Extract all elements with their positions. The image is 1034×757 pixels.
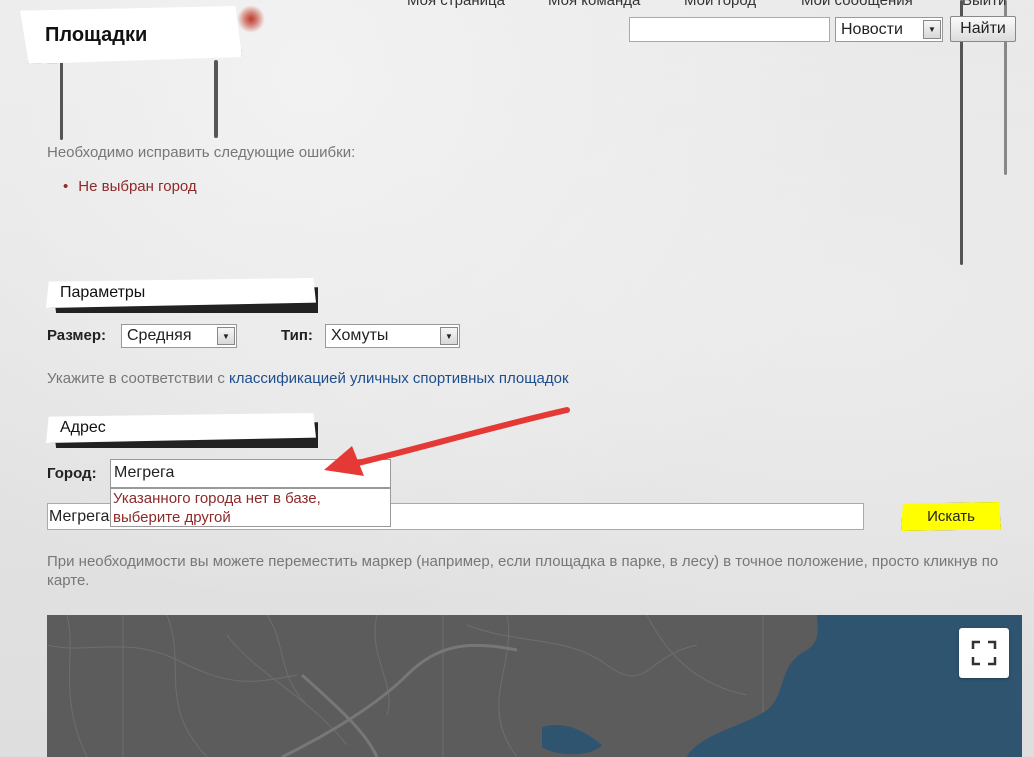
fullscreen-icon [971,640,997,666]
nav-my-team[interactable]: Моя команда [548,0,640,9]
search-category-value: Новости [841,20,903,38]
city-suggestion-line: Указанного города нет в базе, [113,490,321,507]
type-select[interactable]: Хомуты ▼ [325,324,460,348]
error-item: Не выбран город [78,178,196,195]
classification-link[interactable]: классификацией уличных спортивных площад… [229,370,569,387]
chevron-down-icon: ▼ [923,20,941,39]
type-select-value: Хомуты [331,327,389,344]
red-paint-splat [236,4,266,34]
classification-hint-text: Укажите в соответствии с [47,370,225,387]
error-intro: Необходимо исправить следующие ошибки: [47,144,356,161]
paint-drip [60,60,63,140]
map[interactable] [47,615,1022,757]
nav-my-city[interactable]: Мой город [684,0,756,9]
map-fullscreen-button[interactable] [959,628,1009,678]
map-tiles [47,615,1022,757]
nav-my-messages[interactable]: Мои сообщения [801,0,913,9]
nav-logout[interactable]: Выйти [962,0,1006,9]
city-suggestion-dropdown[interactable]: Указанного города нет в базе, выберите д… [110,488,391,527]
error-list: Не выбран город [78,178,196,195]
chevron-down-icon: ▼ [440,327,458,345]
size-select[interactable]: Средняя ▼ [121,324,237,348]
site-search-button[interactable]: Найти [950,16,1016,42]
address-section-title: Адрес [60,419,106,436]
address-search-button[interactable]: Искать [901,502,1001,531]
paint-drip [214,60,218,138]
city-input[interactable]: Мегрега [110,459,391,488]
chevron-down-icon: ▼ [217,327,235,345]
page-title: Площадки [45,24,148,46]
city-label: Город: [47,465,97,482]
classification-hint: Укажите в соответствии с классификацией … [47,370,569,387]
top-navigation: Моя страница Моя команда Мой город Мои с… [390,0,1034,10]
search-category-select[interactable]: Новости ▼ [835,17,943,42]
type-label: Тип: [281,327,313,344]
site-search-input[interactable] [629,17,830,42]
nav-my-page[interactable]: Моя страница [407,0,505,9]
params-section-title: Параметры [60,284,146,301]
size-label: Размер: [47,327,107,344]
marker-hint: При необходимости вы можете переместить … [47,553,999,589]
size-select-value: Средняя [127,327,192,344]
city-suggestion-line: выберите другой [113,509,231,526]
